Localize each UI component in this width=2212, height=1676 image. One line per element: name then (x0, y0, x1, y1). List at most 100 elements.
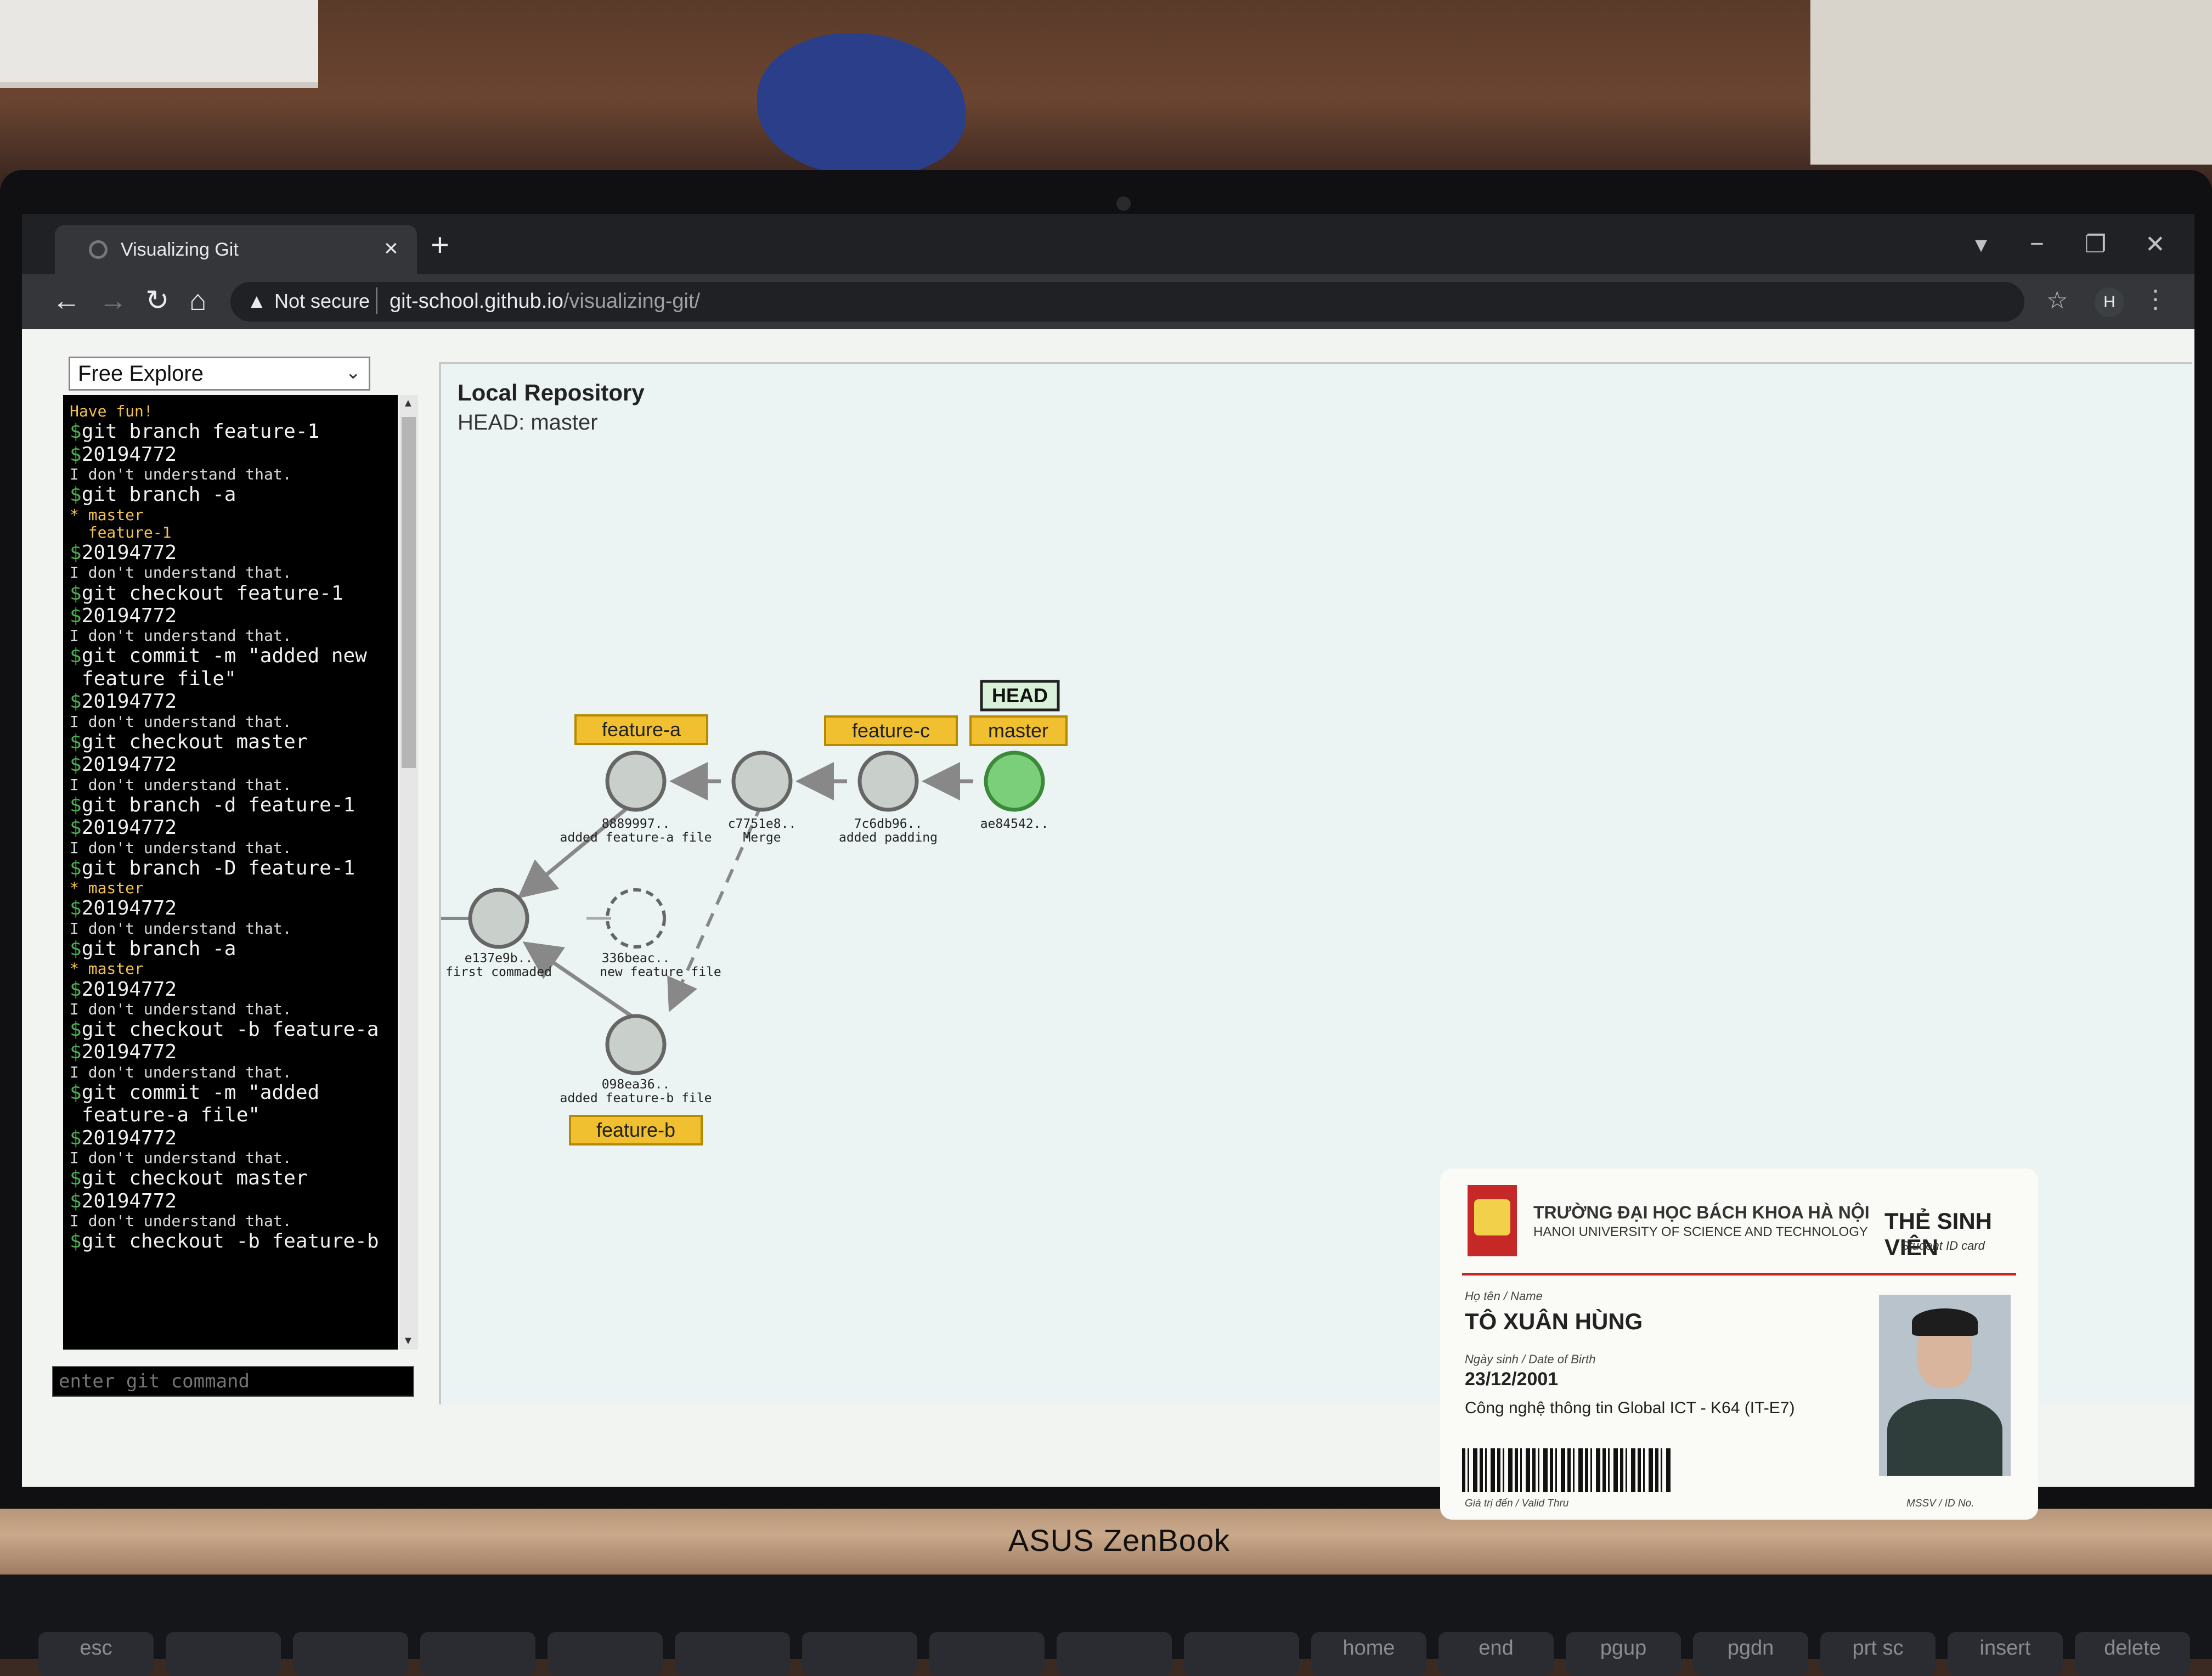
keyboard-key: esc (38, 1632, 154, 1676)
console-line-text: * master (70, 960, 144, 978)
prompt-dollar-icon: $ (70, 897, 82, 920)
console-line: I don't understand that. (70, 776, 391, 794)
background-wall (1810, 0, 2212, 165)
maximize-button[interactable]: ❐ (2085, 230, 2106, 258)
photo-shirt (1887, 1399, 2002, 1476)
keyboard-key (548, 1632, 663, 1676)
back-button[interactable]: ← (52, 284, 81, 317)
console-line: I don't understand that. (70, 465, 391, 483)
keyboard-key (166, 1632, 281, 1676)
console-line-text: 20194772 (81, 1126, 177, 1149)
commit-id: 098ea36.. (602, 1077, 670, 1092)
address-bar[interactable]: ▲ Not secure git-school.github.io/visual… (230, 282, 2024, 321)
console-line: I don't understand that. (70, 627, 391, 645)
branch-tag: feature-c (852, 719, 930, 742)
school-logo-emblem (1474, 1199, 1510, 1235)
console-line: $20194772 (70, 753, 391, 776)
new-tab-button[interactable]: + (431, 229, 449, 261)
home-button[interactable]: ⌂ (189, 284, 206, 317)
console-line-text: 20194772 (81, 541, 177, 564)
scroll-down-arrow-icon[interactable]: ▼ (403, 1335, 414, 1347)
url-text[interactable]: git-school.github.io/visualizing-git/ (390, 290, 700, 313)
console-line: I don't understand that. (70, 713, 391, 731)
console-line: $20194772 (70, 816, 391, 839)
commit-message: new feature file (600, 965, 721, 979)
git-command-input[interactable] (52, 1366, 414, 1397)
console-line: feature-1 (70, 523, 391, 541)
browser-tab[interactable]: Visualizing Git × (55, 225, 417, 274)
prompt-dollar-icon: $ (70, 753, 82, 776)
keyboard-key: insert (1948, 1632, 2063, 1676)
console-line: * master (70, 960, 391, 978)
branch-tag: master (988, 719, 1048, 742)
console-line-text: git checkout -b feature-a (81, 1018, 379, 1041)
reload-button[interactable]: ↻ (145, 284, 170, 317)
student-name: TÔ XUÂN HÙNG (1465, 1308, 1643, 1334)
prompt-dollar-icon: $ (70, 793, 82, 816)
console-line-text: I don't understand that. (70, 712, 292, 731)
console-line: $git branch -a (70, 483, 391, 506)
security-label[interactable]: Not secure (274, 290, 370, 313)
console-line: $git commit -m "added new (70, 645, 391, 667)
console-line-text: 20194772 (81, 1189, 177, 1212)
prompt-dollar-icon: $ (70, 1189, 82, 1212)
prompt-dollar-icon: $ (70, 937, 82, 960)
warning-icon: ▲ (247, 290, 267, 312)
head-tag: HEAD (992, 684, 1048, 707)
commit-id: e137e9b.. (465, 951, 533, 966)
commit-message: added padding (839, 831, 938, 845)
prompt-dollar-icon: $ (70, 1081, 82, 1104)
school-logo (1468, 1185, 1517, 1256)
profile-avatar[interactable]: H (2095, 287, 2124, 317)
console-line: $20194772 (70, 1190, 391, 1212)
console-line-text: git checkout -b feature-b (81, 1230, 379, 1253)
student-id-card: TRƯỜNG ĐẠI HỌC BÁCH KHOA HÀ NỘI HANOI UN… (1440, 1169, 2038, 1520)
commit-message: added feature-b file (560, 1091, 712, 1105)
tab-title: Visualizing Git (121, 239, 239, 260)
date-of-birth: 23/12/2001 (1465, 1369, 1559, 1390)
console-line-text: git checkout master (81, 1167, 308, 1190)
console-line: $git branch -a (70, 938, 391, 960)
scroll-up-arrow-icon[interactable]: ▲ (403, 397, 414, 410)
console-line-text: feature file" (82, 667, 236, 690)
commit-node-dangling (606, 888, 666, 949)
scroll-thumb[interactable] (402, 417, 416, 768)
close-window-button[interactable]: ✕ (2145, 230, 2165, 258)
console-line: * master (70, 879, 391, 897)
prompt-dollar-icon: $ (70, 541, 82, 564)
console-line: $git checkout -b feature-a (70, 1018, 391, 1041)
console-line: Have fun! (70, 402, 391, 420)
minimize-button[interactable]: − (2030, 230, 2044, 258)
bookmark-star-icon[interactable]: ☆ (2046, 286, 2068, 314)
console-line: $git branch -D feature-1 (70, 857, 391, 879)
profile-dropdown-icon[interactable]: ▾ (1975, 230, 1987, 258)
prompt-dollar-icon: $ (70, 856, 82, 879)
school-name-en: HANOI UNIVERSITY OF SCIENCE AND TECHNOLO… (1533, 1224, 1868, 1239)
browser-menu-icon[interactable]: ⋮ (2143, 284, 2168, 314)
console-line: $20194772 (70, 897, 391, 919)
console-line: $20194772 (70, 690, 391, 713)
console-line: $git checkout master (70, 1167, 391, 1189)
card-divider (1462, 1273, 2016, 1276)
commit-id: 8889997.. (602, 817, 670, 831)
console-scrollbar[interactable]: ▲ ▼ (399, 395, 418, 1350)
console-line: * master (70, 506, 391, 524)
commit-id: 7c6db96.. (854, 817, 923, 831)
commit-id: 336beac.. (602, 951, 670, 966)
mode-select[interactable]: Free Explore ⌄ (69, 357, 370, 391)
console-line: $20194772 (70, 443, 391, 466)
console-line-text: I don't understand that. (70, 563, 292, 582)
commit-node (731, 750, 793, 812)
keyboard-key: home (1311, 1632, 1426, 1676)
favicon-icon (89, 240, 108, 259)
console-line: $20194772 (70, 1041, 391, 1063)
forward-button[interactable]: → (99, 284, 127, 317)
dob-label: Ngày sinh / Date of Birth (1465, 1352, 1596, 1366)
close-tab-icon[interactable]: × (384, 235, 398, 262)
console-line: $git commit -m "added (70, 1081, 391, 1104)
prompt-dollar-icon: $ (70, 1126, 82, 1149)
prompt-dollar-icon: $ (70, 1041, 82, 1064)
browser-tab-bar: Visualizing Git × + ▾ − ❐ ✕ (22, 214, 2194, 274)
commit-message: first commaded (445, 965, 552, 979)
keyboard-key: end (1438, 1632, 1554, 1676)
